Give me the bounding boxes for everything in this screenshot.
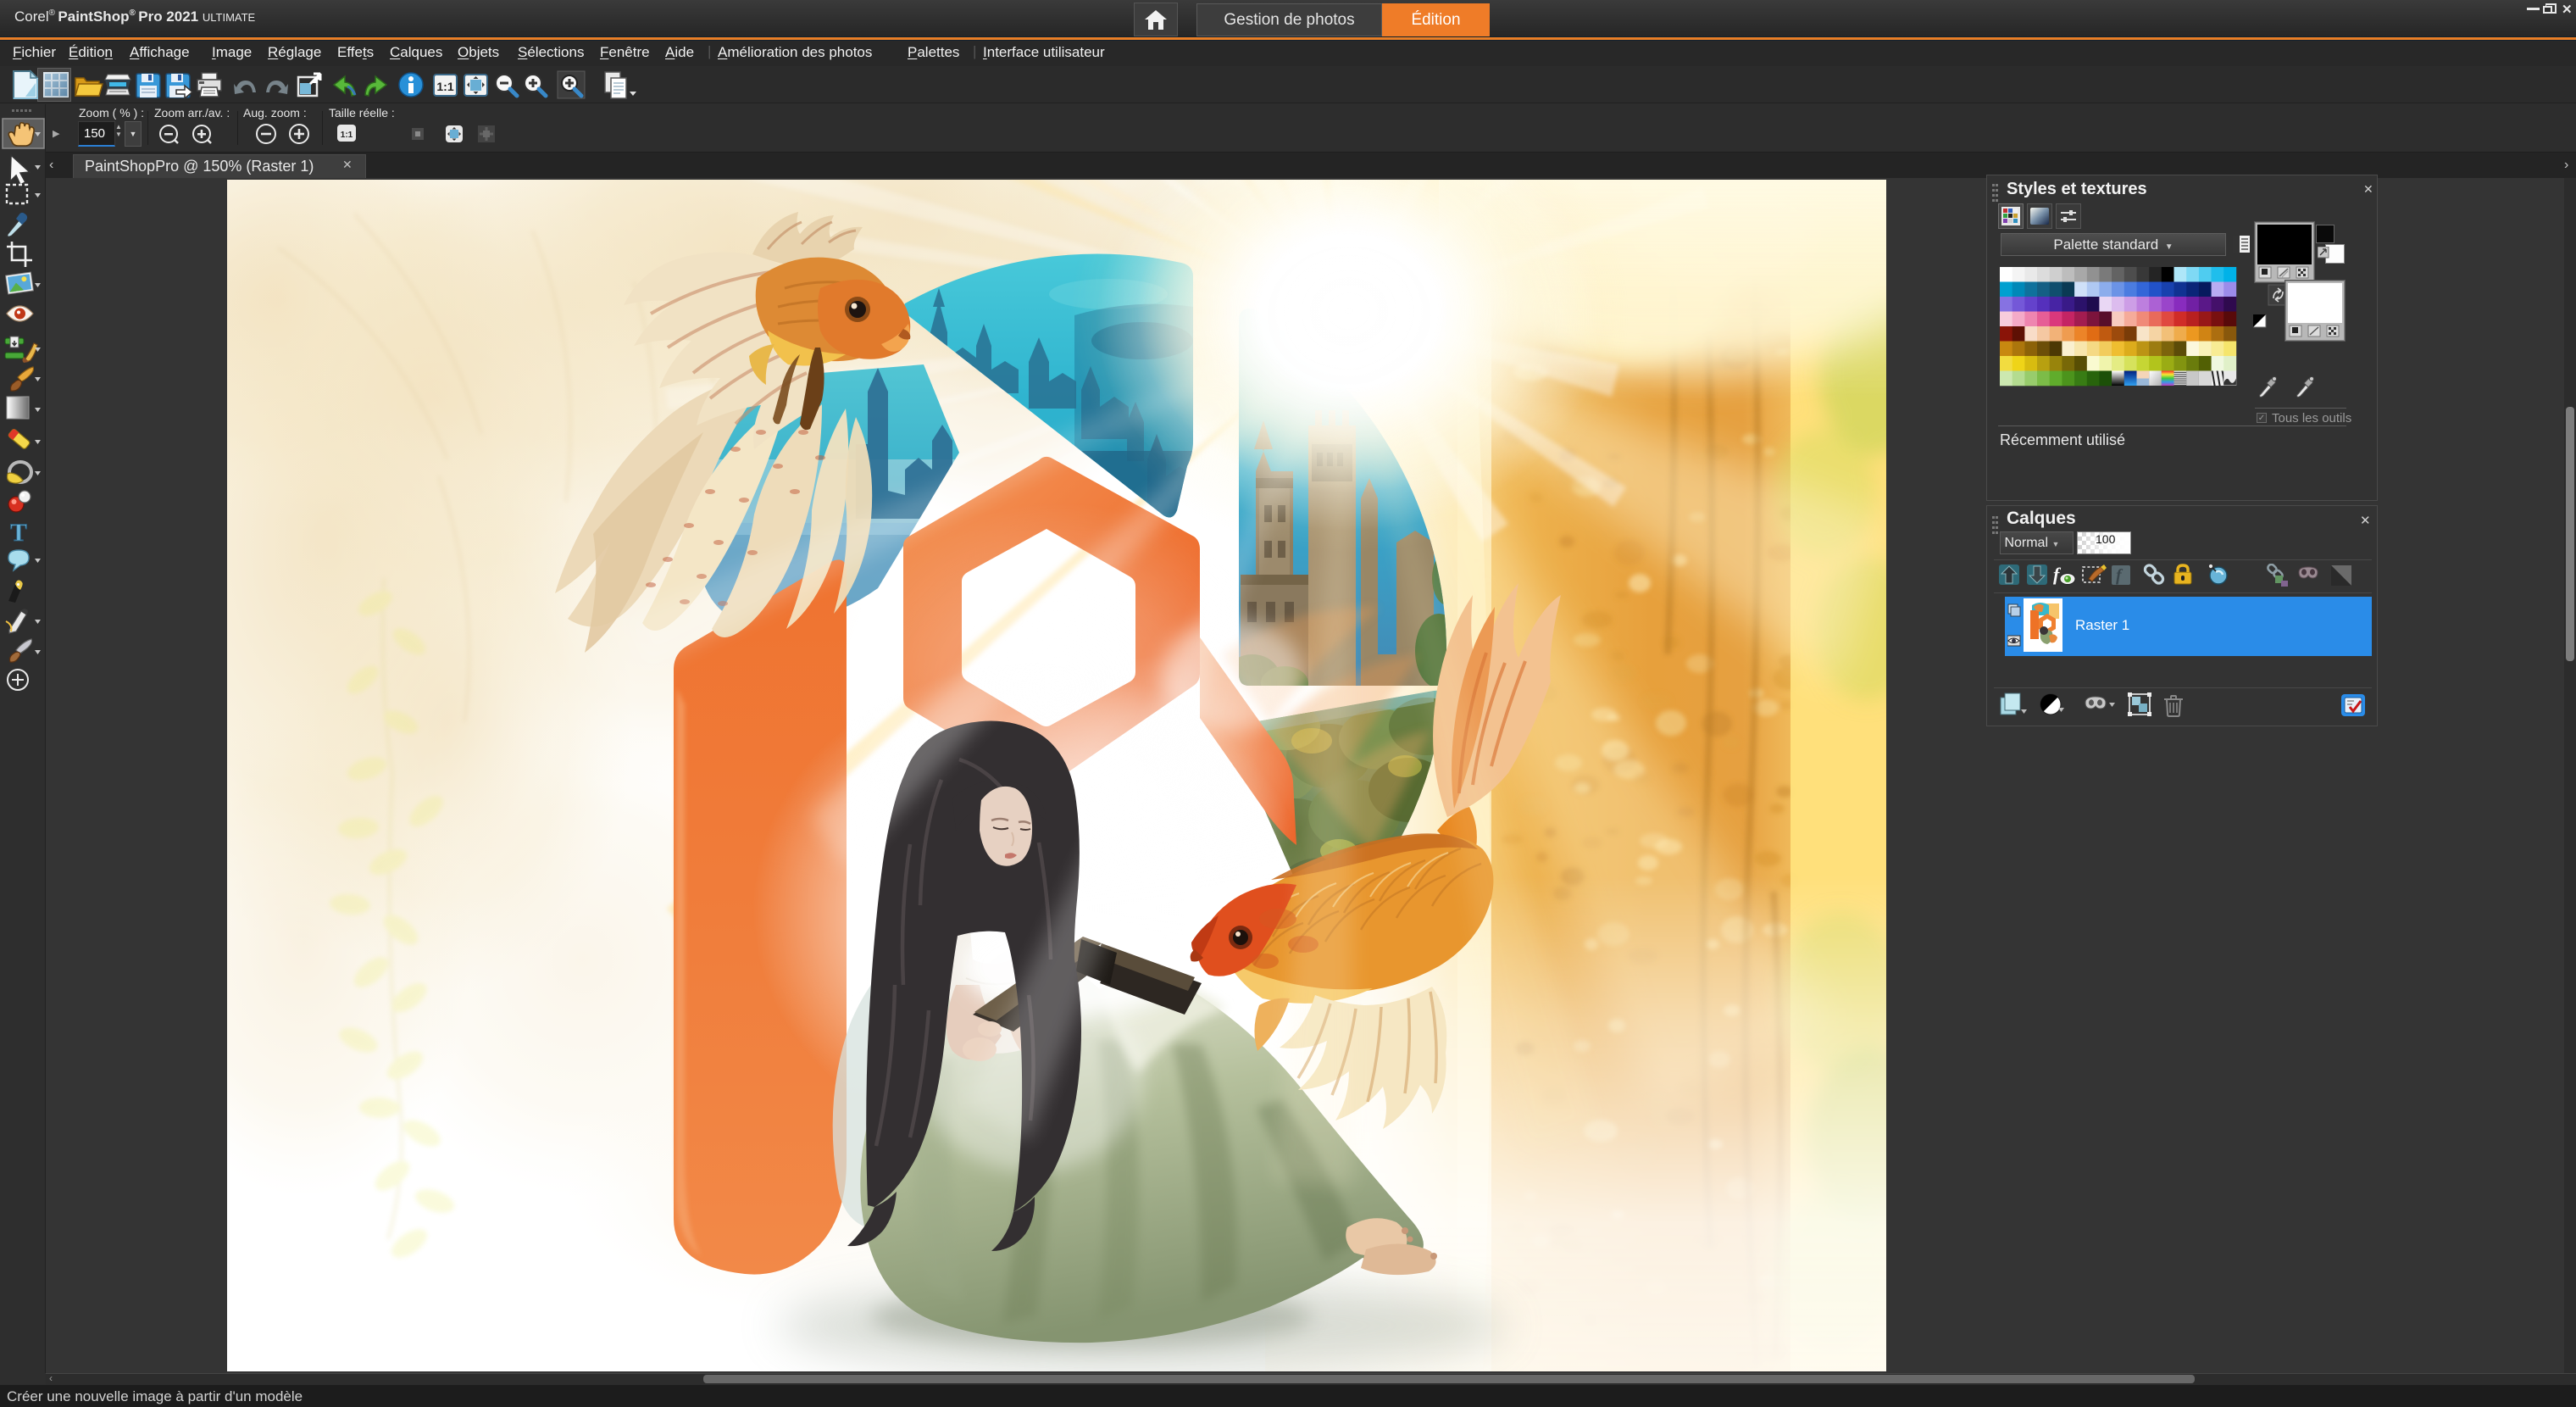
svg-text:f: f	[2053, 564, 2062, 585]
svg-text:1:1: 1:1	[341, 131, 353, 140]
svg-text:1:1: 1:1	[436, 80, 453, 93]
svg-text:T: T	[10, 519, 27, 547]
